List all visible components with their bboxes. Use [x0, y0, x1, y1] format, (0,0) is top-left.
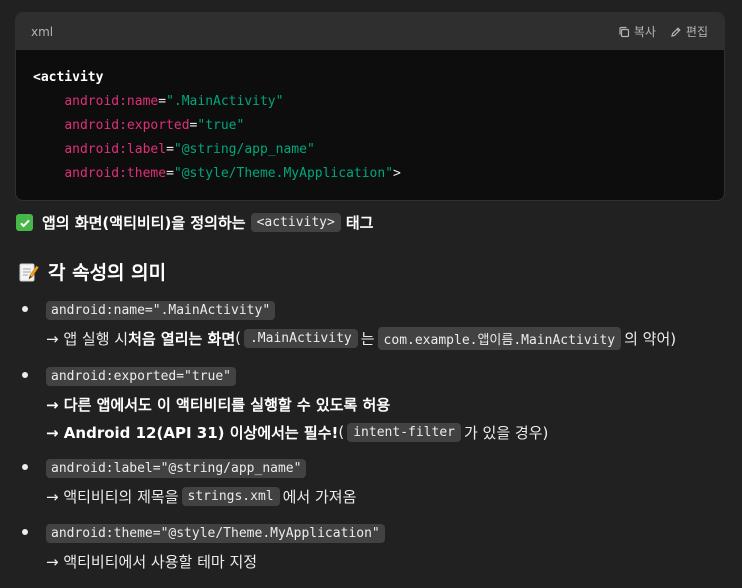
- bullet: [22, 464, 28, 470]
- code-line: android:name=".MainActivity": [64, 94, 284, 109]
- code-actions: 복사 편집: [618, 23, 708, 40]
- inline-code: com.example.앱이름.MainActivity: [377, 326, 622, 350]
- summary-line: 앱의 화면(액티비티)을 정의하는 <activity> 태그: [16, 212, 373, 233]
- desc-text: 에서 가져옴: [282, 487, 357, 506]
- code-block: xml 복사 편집 <activity android:name=".MainA…: [15, 12, 725, 201]
- item-description: → 앱 실행 시 처음 열리는 화면 (.MainActivity 는 com.ex…: [46, 326, 676, 350]
- xml-value: "@string/app_name": [173, 142, 315, 157]
- item-description: → 다른 앱에서도 이 액티비티를 실행할 수 있도록 허용: [46, 395, 391, 414]
- bullet: [22, 529, 28, 535]
- code-language-label: xml: [31, 24, 54, 39]
- attribute-code: android:label="@string/app_name": [46, 458, 307, 478]
- copy-icon: [619, 26, 629, 37]
- desc-bold: 처음 열리는 화면: [128, 329, 236, 348]
- edit-button[interactable]: 편집: [670, 23, 708, 40]
- xml-value: "true": [197, 118, 245, 133]
- pencil-icon: [671, 26, 681, 37]
- inline-code: strings.xml: [181, 486, 280, 506]
- xml-attribute: android:name: [64, 94, 159, 109]
- memo-icon: [17, 261, 39, 283]
- check-mark-icon: [16, 214, 33, 231]
- code-line: android:theme="@style/Theme.MyApplicatio…: [64, 166, 401, 181]
- summary-code: <activity>: [250, 213, 341, 232]
- xml-value: ".MainActivity": [166, 94, 284, 109]
- attribute-code: android:name=".MainActivity": [46, 300, 276, 320]
- desc-text: 가 있을 경우): [463, 423, 549, 442]
- inline-code: .MainActivity: [243, 328, 358, 348]
- desc-text: (: [235, 329, 241, 347]
- xml-attribute: android:theme: [64, 166, 167, 181]
- code-line: android:label="@string/app_name": [64, 142, 315, 157]
- item-key-line: android:label="@string/app_name": [46, 456, 307, 480]
- xml-tag: <activity: [33, 70, 104, 85]
- desc-bold: → Android 12(API 31) 이상에서는 필수!: [46, 423, 339, 442]
- summary-text: 앱의 화면(액티비티)을 정의하는: [42, 214, 246, 232]
- item-key-line: android:theme="@style/Theme.MyApplicatio…: [46, 521, 385, 545]
- section-heading: 각 속성의 의미: [17, 258, 166, 285]
- xml-attribute: android:label: [64, 142, 167, 157]
- code-content: <activity android:name=".MainActivity" a…: [16, 50, 724, 186]
- attribute-code: android:theme="@style/Theme.MyApplicatio…: [46, 523, 385, 543]
- copy-label: 복사: [633, 25, 656, 39]
- item-description: → 액티비티에서 사용할 테마 지정: [46, 552, 258, 571]
- item-key-line: android:exported="true": [46, 364, 237, 388]
- bullet: [22, 306, 28, 312]
- inline-code: intent-filter: [347, 422, 461, 442]
- section-title: 각 속성의 의미: [48, 262, 167, 284]
- item-description: → Android 12(API 31) 이상에서는 필수! (intent-f…: [46, 420, 548, 444]
- copy-button[interactable]: 복사: [618, 23, 656, 40]
- desc-text: 는: [360, 329, 375, 348]
- edit-label: 편집: [685, 25, 708, 39]
- code-line: android:exported="true": [64, 118, 245, 133]
- code-line: <activity: [33, 66, 724, 90]
- item-key-line: android:name=".MainActivity": [46, 298, 276, 322]
- item-description: → 액티비티의 제목을 strings.xml 에서 가져옴: [46, 484, 356, 508]
- code-block-header: xml 복사 편집: [16, 13, 724, 50]
- bullet: [22, 372, 28, 378]
- xml-value: "@style/Theme.MyApplication": [173, 166, 394, 181]
- desc-text: 의 약어): [624, 329, 677, 348]
- xml-close: >: [393, 166, 401, 181]
- desc-text: (: [338, 423, 345, 441]
- xml-attribute: android:exported: [64, 118, 190, 133]
- desc-text: → 액티비티의 제목을: [46, 487, 179, 506]
- summary-text-after: 태그: [345, 214, 374, 232]
- attribute-code: android:exported="true": [46, 366, 237, 386]
- desc-text: → 앱 실행 시: [46, 329, 129, 348]
